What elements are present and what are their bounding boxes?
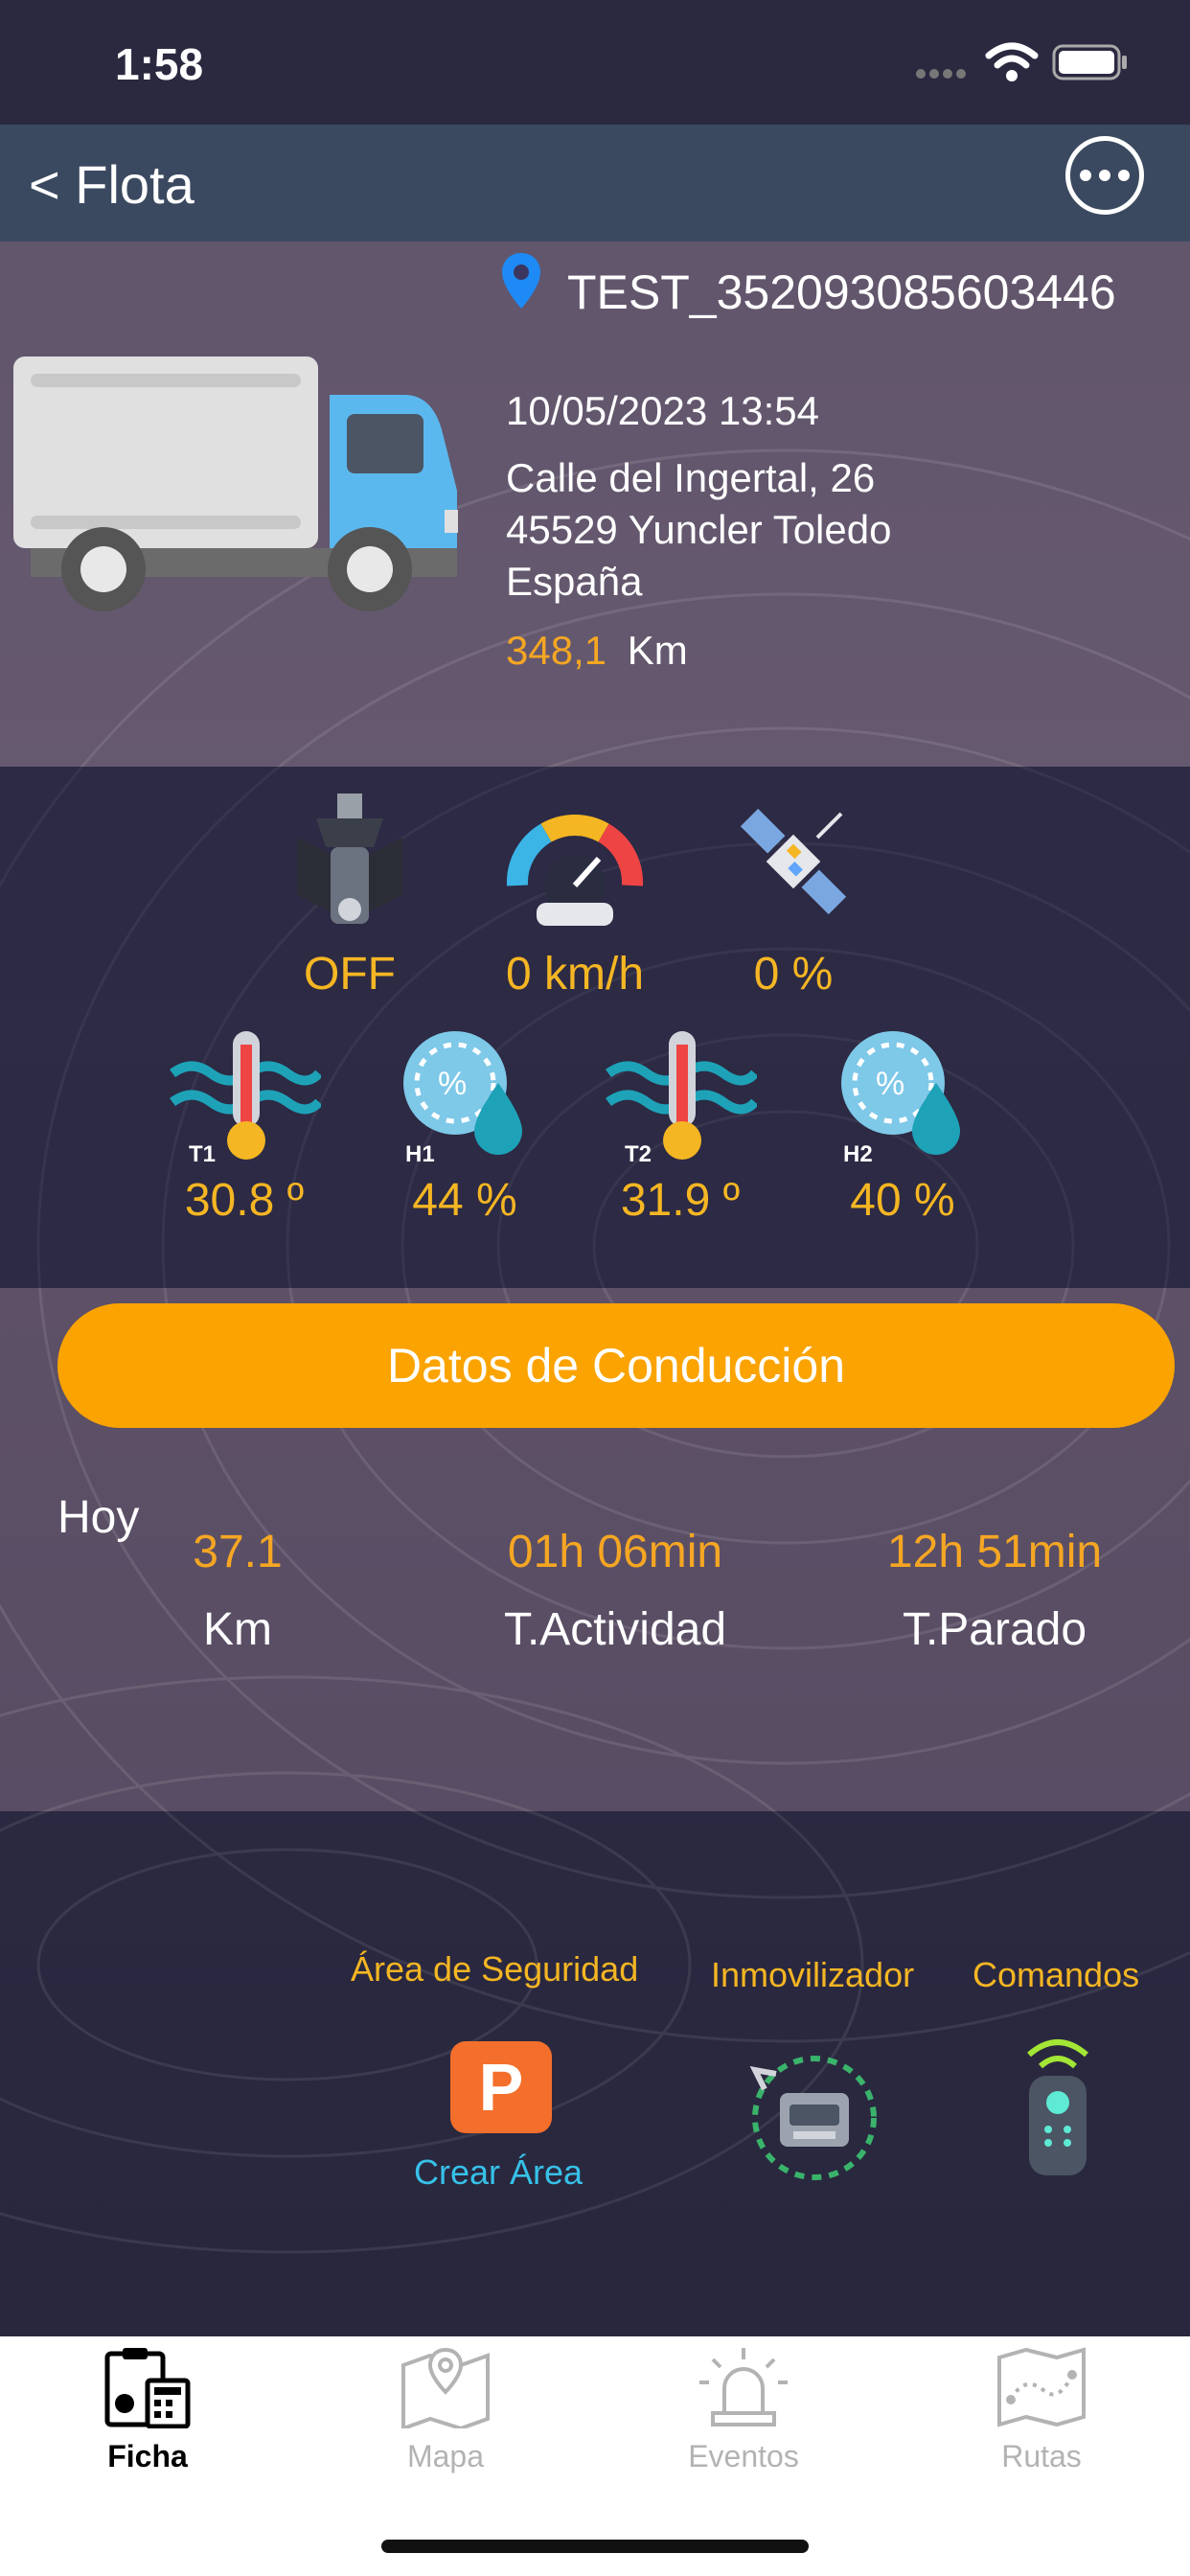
stat-stopped-value: 12h 51min [886,1527,1103,1577]
last-update-datetime: 10/05/2023 13:54 [506,388,819,433]
location-pin-icon [502,253,540,309]
create-area-link[interactable]: Crear Área [414,2152,583,2193]
tab-ficha-label: Ficha [107,2439,188,2473]
more-dot-icon [1118,170,1130,181]
vehicle-id: TEST_352093085603446 [567,265,1116,319]
back-button[interactable]: < Flota [29,153,195,216]
tab-eventos[interactable]: Eventos [648,2346,839,2474]
t1-value: 30.8 º [184,1175,305,1226]
h1-value: 44 % [412,1175,517,1226]
sensor-panel: OFF 0 km/h 0 % T1 30.8 º % H1 44 % T2 31… [0,767,1190,1288]
satellite-icon [740,808,847,915]
map-pin-icon [401,2347,490,2431]
address-country: España [506,559,643,604]
humidity-icon: % H1 [403,1031,522,1167]
tab-ficha[interactable]: Ficha [52,2346,243,2474]
humidity-icon: % H2 [841,1031,960,1167]
speed-status: 0 km/h [479,790,671,1000]
truck-icon [13,356,458,611]
stat-activity-value: 01h 06min [507,1527,723,1577]
stat-km-label: Km [203,1604,272,1655]
t2-value: 31.9 º [620,1175,741,1226]
engine-icon [297,794,402,924]
more-options-button[interactable] [1065,136,1144,215]
parking-icon: P [478,2050,524,2125]
gps-value: 0 % [753,949,834,1000]
stat-km: 37.1 Km [65,1526,410,1656]
more-dot-icon [1099,170,1110,181]
address-line-2: 45529 Yuncler Toledo [506,507,892,552]
vehicle-details: 10/05/2023 13:54 Calle del Ingertal, 26 … [506,385,891,677]
address-line-1: Calle del Ingertal, 26 [506,455,876,500]
tab-mapa[interactable]: Mapa [350,2346,541,2474]
h2-value: 40 % [850,1175,955,1226]
h2-label: H2 [843,1141,873,1167]
cellular-signal-icon [916,69,966,79]
more-dot-icon [1080,170,1091,181]
t2-label: T2 [625,1141,652,1167]
gps-status: 0 % [717,790,870,1000]
status-bar: 1:58 [0,0,1190,125]
commands-button[interactable] [1016,2034,1100,2177]
home-indicator [381,2540,809,2553]
engine-status: OFF [268,790,431,1000]
odometer-unit: Km [627,628,688,673]
immobilizer-button[interactable] [745,2051,883,2185]
security-area-label: Área de Seguridad [351,1949,639,1989]
wifi-icon [985,42,1039,81]
tab-mapa-label: Mapa [406,2439,485,2473]
immobilizer-label: Inmovilizador [711,1955,915,1994]
humidity-sensor-2: % H2 40 % [826,1025,979,1227]
svg-text:%: % [438,1066,467,1102]
thermometer-icon: T1 [170,1031,323,1167]
route-map-icon [997,2347,1086,2427]
status-time: 1:58 [115,39,204,89]
temperature-sensor-2: T2 31.9 º [604,1025,759,1227]
svg-text:%: % [876,1066,904,1102]
stat-activity: 01h 06min T.Actividad [443,1526,788,1656]
create-area-button[interactable]: P [450,2041,552,2133]
tools-section: Área de Seguridad Inmovilizador Comandos… [0,1811,1190,2336]
battery-icon [1052,44,1127,80]
stat-activity-label: T.Actividad [503,1604,727,1655]
stat-stopped-label: T.Parado [902,1604,1087,1655]
speedometer-icon [506,814,644,926]
tab-rutas[interactable]: Rutas [946,2346,1137,2474]
t1-label: T1 [189,1141,216,1167]
navigation-bar: < Flota [0,125,1190,242]
tab-bar: Ficha Mapa Eventos Rutas [0,2336,1190,2576]
speed-value: 0 km/h [505,949,645,1000]
humidity-sensor-1: % H1 44 % [388,1025,541,1227]
temperature-sensor-1: T1 30.8 º [168,1025,323,1227]
h1-label: H1 [405,1141,435,1167]
tab-rutas-label: Rutas [1001,2439,1082,2473]
tab-eventos-label: Eventos [688,2439,799,2473]
clipboard-calculator-icon [104,2348,191,2429]
odometer-value: 348,1 [506,628,607,673]
alarm-siren-icon [699,2348,788,2426]
stat-stopped: 12h 51min T.Parado [822,1526,1167,1656]
driving-data-button[interactable]: Datos de Conducción [57,1303,1175,1428]
engine-status-value: OFF [304,949,396,1000]
thermometer-icon: T2 [606,1031,759,1167]
commands-label: Comandos [973,1955,1140,1994]
driving-section: Datos de Conducción Hoy 37.1 Km 01h 06mi… [0,1288,1190,1811]
stat-km-value: 37.1 [193,1527,283,1577]
vehicle-card: TEST_352093085603446 10/05/2023 13:54 Ca… [0,242,1190,767]
